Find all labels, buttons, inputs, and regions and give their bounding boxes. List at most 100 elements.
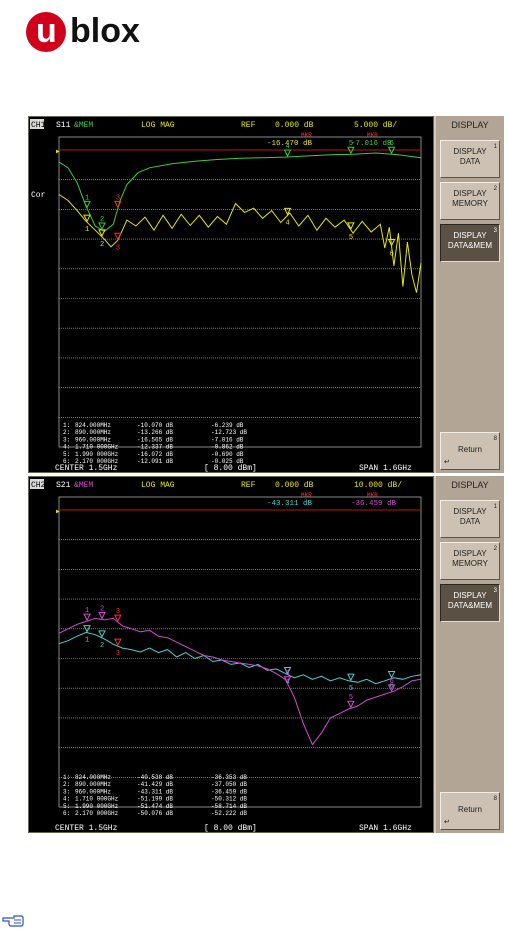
display-memory-button[interactable]: 2 DISPLAY MEMORY <box>440 542 500 580</box>
scale-value: 5.000 dB/ <box>354 121 397 130</box>
marker-table-freq: 1.710 000GHz <box>75 796 119 803</box>
ref-label: REF <box>241 481 256 490</box>
trace-memory <box>58 617 422 746</box>
marker-table-freq: 2.170 000GHz <box>75 810 119 817</box>
marker-table-value-memory: -7.016 dB <box>211 436 244 443</box>
span-label: SPAN 1.6GHz <box>359 824 412 833</box>
logo-letter-u: u <box>36 12 57 50</box>
marker-table-freq: 960.000MHz <box>75 788 111 795</box>
marker-table-value-data: -12.091 dB <box>137 458 173 465</box>
marker-readout-data: -43.311 dB <box>267 500 313 508</box>
marker-table-value-memory: -0.862 dB <box>211 444 244 451</box>
marker-label: 6 <box>390 140 394 148</box>
softkey-line1: DISPLAY <box>453 147 487 156</box>
display-data-and-mem-button[interactable]: 3 DISPLAY DATA&MEM <box>440 224 500 262</box>
marker-table-value-memory: -36.353 dB <box>211 774 247 781</box>
softkey-line1: DISPLAY <box>453 591 487 600</box>
scale-value: 10.000 dB/ <box>354 481 402 490</box>
marker-triangle <box>98 630 106 638</box>
display-data-button[interactable]: 1 DISPLAY DATA <box>440 500 500 538</box>
marker-table-value-data: -10.070 dB <box>137 422 173 429</box>
status-label: Cor <box>31 191 46 200</box>
softkey-line2: MEMORY <box>452 199 488 208</box>
marker-table-value-data: -51.474 dB <box>137 803 173 810</box>
trace-data <box>58 631 422 685</box>
softkey-line1: DISPLAY <box>453 189 487 198</box>
marker-table-value-memory: -12.723 dB <box>211 429 247 436</box>
marker-table-label: 1: <box>63 774 70 781</box>
marker-table-value-memory: -36.459 dB <box>211 788 247 795</box>
marker-readout-tag: MKR <box>301 132 312 139</box>
graticule-border <box>58 496 422 808</box>
chart-ch1: CH1 S11 &MEM LOG MAG REF 0.000 dB 5.000 dB/Cor… <box>30 119 422 473</box>
trace-memory <box>58 152 422 233</box>
marker-readout-memory: -7.016 dB <box>351 140 392 148</box>
marker-table-freq: 824.000MHz <box>75 774 111 781</box>
marker-table-value-memory: -50.312 dB <box>211 796 247 803</box>
softkey-line2: DATA&MEM <box>447 601 493 610</box>
softkey-number: 3 <box>493 588 497 594</box>
marker-label: 4 <box>286 670 290 678</box>
return-label: Return <box>457 805 482 814</box>
analyzer-screen-ch2: CH2 S21 &MEM LOG MAG REF 0.000 dB 10.000 dB/MK… <box>28 476 434 833</box>
marker-table-freq: 824.000MHz <box>75 422 111 429</box>
marker-label: 3 <box>116 608 120 616</box>
marker-label: 4 <box>286 143 290 151</box>
marker-table-label: 4: <box>63 444 70 451</box>
marker-table-value-data: -13.266 dB <box>137 429 173 436</box>
marker-table-label: 6: <box>63 810 70 817</box>
ref-label: REF <box>241 121 256 130</box>
softkey-line1: DISPLAY <box>453 549 487 558</box>
marker-table-freq: 1.990 000GHz <box>75 451 119 458</box>
display-memory-button[interactable]: 2 DISPLAY MEMORY <box>440 182 500 220</box>
softkey-number: 8 <box>493 436 497 442</box>
marker-table-value-memory: -6.239 dB <box>211 422 244 429</box>
return-label: Return <box>457 445 482 454</box>
marker-table-label: 2: <box>63 781 70 788</box>
marker-label: 6 <box>390 251 394 259</box>
marker-triangle <box>347 222 355 231</box>
softkey-menu-title: DISPLAY <box>451 120 489 130</box>
format-label: LOG MAG <box>141 481 175 490</box>
marker-table-value-data: -43.311 dB <box>137 788 173 795</box>
marker-table-value-memory: -37.050 dB <box>211 781 247 788</box>
softkey-line2: DATA <box>459 157 481 166</box>
marker-table-label: 4: <box>63 796 70 803</box>
power-label: [ 8.00 dBm] <box>204 464 257 473</box>
display-mode-label: &MEM <box>74 121 93 130</box>
display-data-and-mem-button[interactable]: 3 DISPLAY DATA&MEM <box>440 584 500 622</box>
softkey-number: 2 <box>493 546 497 552</box>
marker-label: 5 <box>349 140 353 148</box>
marker-table-value-memory: -0.690 dB <box>211 451 244 458</box>
power-label: [ 8.00 dBm] <box>204 824 257 833</box>
analyzer-screen-ch1: CH1 S11 &MEM LOG MAG REF 0.000 dB 5.000 dB/Cor… <box>28 116 434 473</box>
marker-label: 1 <box>85 607 89 615</box>
return-button[interactable]: 8 Return ↵ <box>440 792 500 830</box>
marker-table-value-data: -12.337 dB <box>137 444 173 451</box>
marker-label: 3 <box>116 194 120 202</box>
marker-table-freq: 890.000MHz <box>75 781 111 788</box>
marker-label: 2 <box>100 216 104 224</box>
softkey-line1: DISPLAY <box>453 507 487 516</box>
marker-table-label: 2: <box>63 429 70 436</box>
marker-table-value-data: -16.565 dB <box>137 436 173 443</box>
reference-pointer-icon: ▶ <box>56 508 60 515</box>
analyzer-panel-ch1: CH1 S11 &MEM LOG MAG REF 0.000 dB 5.000 dB/Cor… <box>28 116 504 473</box>
marker-label: 4 <box>286 219 290 227</box>
softkey-line2: DATA&MEM <box>447 241 493 250</box>
softkey-menu-title: DISPLAY <box>451 480 489 490</box>
softkey-number: 1 <box>493 144 497 150</box>
marker-table-label: 3: <box>63 788 70 795</box>
ublox-logo: u blox <box>22 8 182 58</box>
softkey-line2: DATA <box>459 517 481 526</box>
return-button[interactable]: 8 Return ↵ <box>440 432 500 470</box>
ref-value: 0.000 dB <box>275 121 314 130</box>
reference-pointer-icon: ▶ <box>56 148 60 155</box>
marker-label: 3 <box>116 650 120 658</box>
marker-readout-memory: -36.459 dB <box>351 500 397 508</box>
format-label: LOG MAG <box>141 121 175 130</box>
ref-value: 0.000 dB <box>275 481 314 490</box>
chart-ch2: CH2 S21 &MEM LOG MAG REF 0.000 dB 10.000 dB/MK… <box>30 479 422 833</box>
display-data-button[interactable]: 1 DISPLAY DATA <box>440 140 500 178</box>
marker-table-freq: 1.710 000GHz <box>75 444 119 451</box>
